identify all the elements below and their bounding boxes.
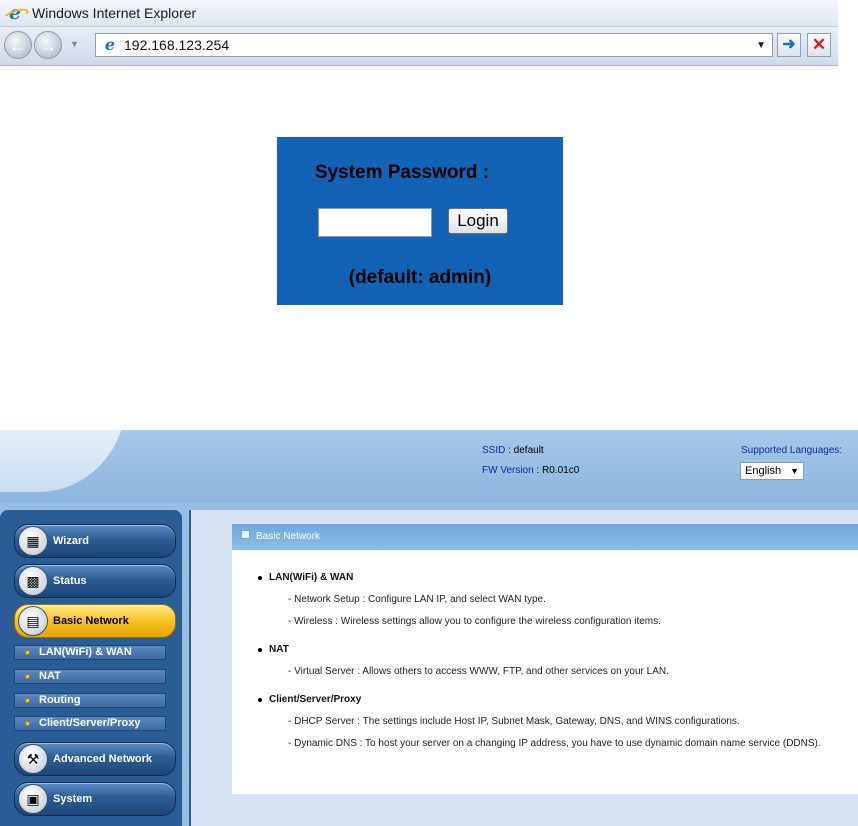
bullet-icon [25,650,30,655]
bullet-icon [25,698,30,703]
browser-title-bar: e Windows Internet Explorer [0,0,838,27]
sidebar-item-label: Advanced Network [53,753,153,765]
address-dropdown-icon[interactable]: ▼ [756,40,766,51]
forward-button[interactable]: → [34,31,62,59]
fw-version-label: FW Version [482,465,534,476]
sidebar-subitem-nat[interactable]: NAT [14,669,166,684]
bullet-icon [25,721,30,726]
section-item: - Network Setup : Configure LAN IP, and … [288,594,546,605]
sidebar-subitem-client-server-proxy[interactable]: Client/Server/Proxy [14,716,166,731]
sidebar-subitem-label: Client/Server/Proxy [39,717,141,729]
fw-version-info: FW Version : R0.01c0 [482,465,579,476]
browser-window-title: Windows Internet Explorer [32,5,197,21]
system-icon: ▣ [18,784,48,814]
history-dropdown-icon[interactable]: ▼ [70,39,79,49]
bullet-icon [25,674,30,679]
address-text[interactable]: 192.168.123.254 [124,37,756,53]
forward-arrow-icon: → [39,36,57,56]
ssid-value: : default [508,445,544,456]
section-title: Client/Server/Proxy [257,694,362,705]
login-button[interactable]: Login [448,208,508,234]
content-title: Basic Network [256,531,320,542]
status-icon: ▩ [18,566,48,596]
sidebar-item-status[interactable]: ▩ Status [14,564,176,598]
basic-network-icon: ▤ [18,606,48,636]
sidebar-subitem-label: NAT [39,670,61,682]
login-panel: System Password : Login (default: admin) [277,137,563,305]
header-logo-swoosh [0,430,126,492]
stop-x-icon: ✕ [811,35,827,54]
ie-logo-icon: e [6,4,24,23]
password-input[interactable] [318,208,432,237]
sidebar-item-label: Wizard [53,535,89,547]
chevron-down-icon: ▼ [790,466,799,476]
sidebar-subitem-label: Routing [39,694,81,706]
browser-navigation-bar: ← → ▼ e 192.168.123.254 ▼ ➜ ✕ [0,27,838,66]
sidebar: ▦ Wizard ▩ Status ▤ Basic Network LAN(Wi… [0,510,182,826]
ssid-label: SSID [482,445,506,456]
login-title: System Password : [314,162,490,183]
address-bar[interactable]: e 192.168.123.254 ▼ [95,33,773,57]
sidebar-item-label: System [53,793,93,805]
sidebar-subitem-routing[interactable]: Routing [14,693,166,708]
main-content: Basic Network LAN(WiFi) & WAN - Network … [189,510,858,826]
sidebar-item-system[interactable]: ▣ System [14,782,176,816]
sidebar-subitem-lan-wifi-wan[interactable]: LAN(WiFi) & WAN [14,645,166,660]
section-item: - Dynamic DNS : To host your server on a… [288,738,821,749]
section-item: - DHCP Server : The settings include Hos… [288,716,740,727]
back-button[interactable]: ← [4,31,32,59]
advanced-network-icon: ⚒ [18,744,48,774]
router-admin-page: SSID : default FW Version : R0.01c0 Supp… [0,430,858,826]
stop-button[interactable]: ✕ [807,33,831,57]
login-default-hint: (default: admin) [348,267,492,288]
supported-languages-label: Supported Languages: [741,445,843,456]
section-title: NAT [258,644,289,655]
fw-version-value: : R0.01c0 [536,465,580,476]
sidebar-subitem-label: LAN(WiFi) & WAN [39,646,132,658]
go-button[interactable]: ➜ [777,33,801,57]
sidebar-item-label: Basic Network [53,615,129,627]
sidebar-item-basic-network[interactable]: ▤ Basic Network [14,604,176,638]
ssid-info: SSID : default [482,445,544,456]
panel-header-icon [241,530,250,539]
sidebar-item-label: Status [53,575,87,587]
section-item: - Wireless : Wireless settings allow you… [288,616,661,627]
go-arrow-icon: ➜ [782,36,796,53]
back-arrow-icon: ← [9,36,27,56]
language-selected: English [745,465,782,477]
language-select[interactable]: English ▼ [740,462,804,480]
content-panel-header: Basic Network [232,524,858,550]
section-item: - Virtual Server : Allows others to acce… [288,666,669,677]
wizard-icon: ▦ [18,526,48,556]
content-panel: Basic Network LAN(WiFi) & WAN - Network … [232,524,858,794]
sidebar-item-advanced-network[interactable]: ⚒ Advanced Network [14,742,176,776]
page-ie-icon: e [104,35,116,54]
section-title: LAN(WiFi) & WAN [257,572,354,583]
router-header: SSID : default FW Version : R0.01c0 Supp… [0,430,858,502]
sidebar-item-wizard[interactable]: ▦ Wizard [14,524,176,558]
